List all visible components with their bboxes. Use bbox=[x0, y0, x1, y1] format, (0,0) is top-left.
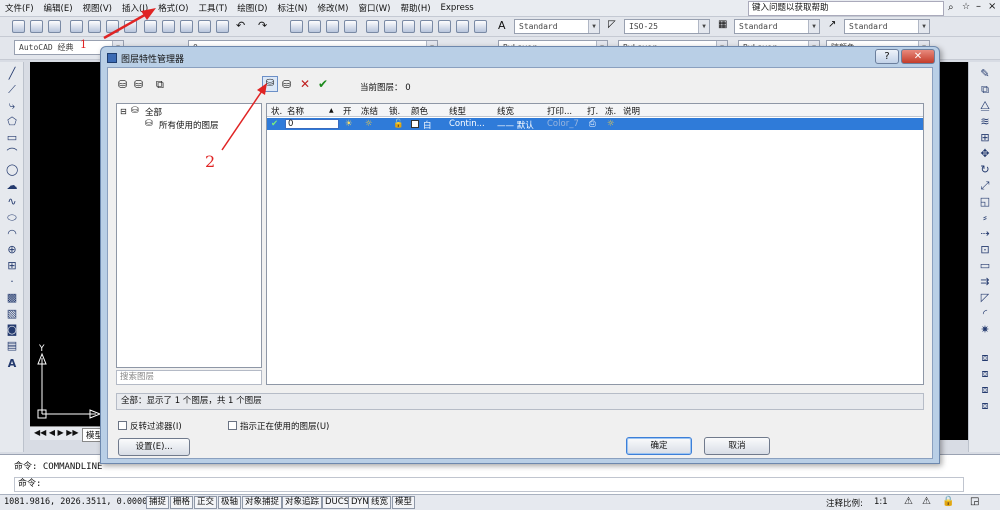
annotation-arrows bbox=[103, 8, 267, 151]
annotation-label-2: 2 bbox=[205, 152, 216, 171]
annotation-label-1: 1 bbox=[80, 38, 87, 51]
